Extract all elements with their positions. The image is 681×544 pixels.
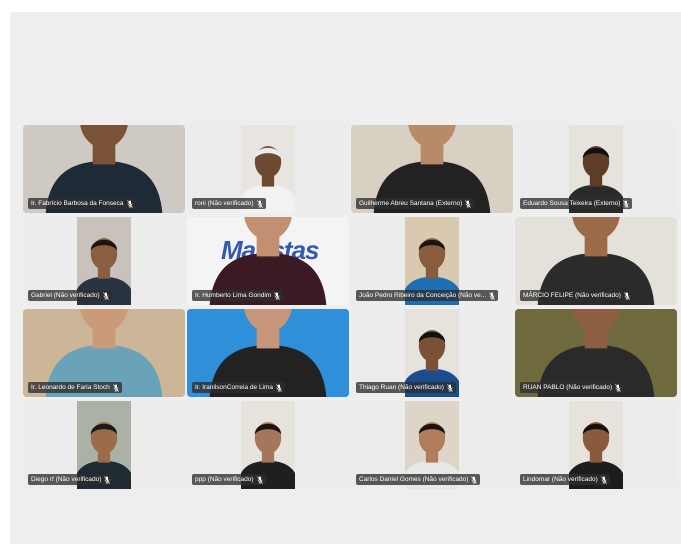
mic-muted-icon — [624, 291, 630, 300]
participant-name: RUAN PABLO (Não verificado) — [523, 384, 613, 391]
participant-tile[interactable]: Thiago Ruan (Não verificado) — [351, 309, 513, 397]
participant-name: Diego rf (Não verificado) — [31, 476, 102, 483]
mic-muted-icon — [623, 199, 630, 208]
mic-muted-icon — [126, 199, 133, 208]
mic-muted-icon — [256, 199, 263, 208]
participant-tile[interactable]: Eduardo Sousa Teixeira (Externo) — [515, 125, 677, 213]
participant-tile[interactable]: roni (Não verificado) — [187, 125, 349, 213]
mic-muted-icon — [447, 383, 453, 392]
participant-name: MÁRCIO FELIPE (Não verificado) — [523, 292, 621, 299]
mic-muted-icon — [274, 291, 280, 300]
participant-tile[interactable]: ppp (Não verificado) — [187, 401, 349, 489]
participant-name: Thiago Ruan (Não verificado) — [359, 384, 444, 391]
participant-name: João Pedro Ribeiro da Conceição (Não ve.… — [359, 292, 487, 299]
participant-name: Ir. IranilsonCorreia de Lima — [195, 384, 274, 391]
participant-nameplate: Guilherme Abreu Santana (Externo) — [356, 198, 475, 209]
participant-tile[interactable]: Carlos Daniel Gomes (Não verificado) — [351, 401, 513, 489]
mic-muted-icon — [471, 475, 478, 484]
participant-name: Carlos Daniel Gomes (Não verificado) — [359, 476, 469, 483]
participant-nameplate: RUAN PABLO (Não verificado) — [520, 382, 625, 393]
participant-name: Lindomar (Não verificado) — [523, 476, 598, 483]
mic-muted-icon — [102, 291, 109, 300]
participant-nameplate: Ir. IranilsonCorreia de Lima — [192, 382, 286, 393]
meeting-stage: Ir. Fabrício Barbosa da Fonseca roni (Não… — [10, 12, 681, 544]
mic-muted-icon — [615, 383, 621, 392]
participant-nameplate: João Pedro Ribeiro da Conceição (Não ve.… — [356, 290, 499, 301]
participant-tile[interactable]: Guilherme Abreu Santana (Externo) — [351, 125, 513, 213]
participant-nameplate: Ir. Humberto Lima Gondim — [192, 290, 284, 301]
participant-nameplate: Eduardo Sousa Teixeira (Externo) — [520, 198, 633, 209]
participant-name: Ir. Fabrício Barbosa da Fonseca — [31, 200, 124, 207]
participant-name: ppp (Não verificado) — [195, 476, 254, 483]
participant-name: Gabriel (Não verificado) — [31, 292, 100, 299]
participant-tile[interactable]: RUAN PABLO (Não verificado) — [515, 309, 677, 397]
participant-name: Ir. Humberto Lima Gondim — [195, 292, 272, 299]
mic-muted-icon — [489, 291, 495, 300]
participant-nameplate: roni (Não verificado) — [192, 198, 266, 209]
participant-tile[interactable]: MaristasIr. Humberto Lima Gondim — [187, 217, 349, 305]
participant-name: roni (Não verificado) — [195, 200, 254, 207]
mic-muted-icon — [104, 475, 111, 484]
mic-muted-icon — [465, 199, 472, 208]
participant-tile[interactable]: Ir. Leonardo de Faria Stoch — [23, 309, 185, 397]
participant-name: Eduardo Sousa Teixeira (Externo) — [523, 200, 621, 207]
participant-nameplate: Ir. Fabrício Barbosa da Fonseca — [28, 198, 136, 209]
participant-nameplate: Ir. Leonardo de Faria Stoch — [28, 382, 122, 393]
participant-tile[interactable]: Ir. IranilsonCorreia de Lima — [187, 309, 349, 397]
participant-tile[interactable]: Lindomar (Não verificado) — [515, 401, 677, 489]
mic-muted-icon — [276, 383, 282, 392]
participant-tile[interactable]: Gabriel (Não verificado) — [23, 217, 185, 305]
participant-nameplate: Carlos Daniel Gomes (Não verificado) — [356, 474, 481, 485]
mic-muted-icon — [113, 383, 119, 392]
participant-name: Guilherme Abreu Santana (Externo) — [359, 200, 463, 207]
participant-tile[interactable]: MÁRCIO FELIPE (Não verificado) — [515, 217, 677, 305]
participant-nameplate: MÁRCIO FELIPE (Não verificado) — [520, 290, 633, 301]
participant-tile[interactable]: Ir. Fabrício Barbosa da Fonseca — [23, 125, 185, 213]
mic-muted-icon — [256, 475, 263, 484]
participant-tile[interactable]: João Pedro Ribeiro da Conceição (Não ve.… — [351, 217, 513, 305]
participant-nameplate: Thiago Ruan (Não verificado) — [356, 382, 456, 393]
mic-muted-icon — [601, 475, 607, 484]
participant-nameplate: Gabriel (Não verificado) — [28, 290, 112, 301]
participant-nameplate: Lindomar (Não verificado) — [520, 474, 610, 485]
participant-name: Ir. Leonardo de Faria Stoch — [31, 384, 110, 391]
participant-tile[interactable]: Diego rf (Não verificado) — [23, 401, 185, 489]
participant-nameplate: Diego rf (Não verificado) — [28, 474, 114, 485]
participant-nameplate: ppp (Não verificado) — [192, 474, 266, 485]
